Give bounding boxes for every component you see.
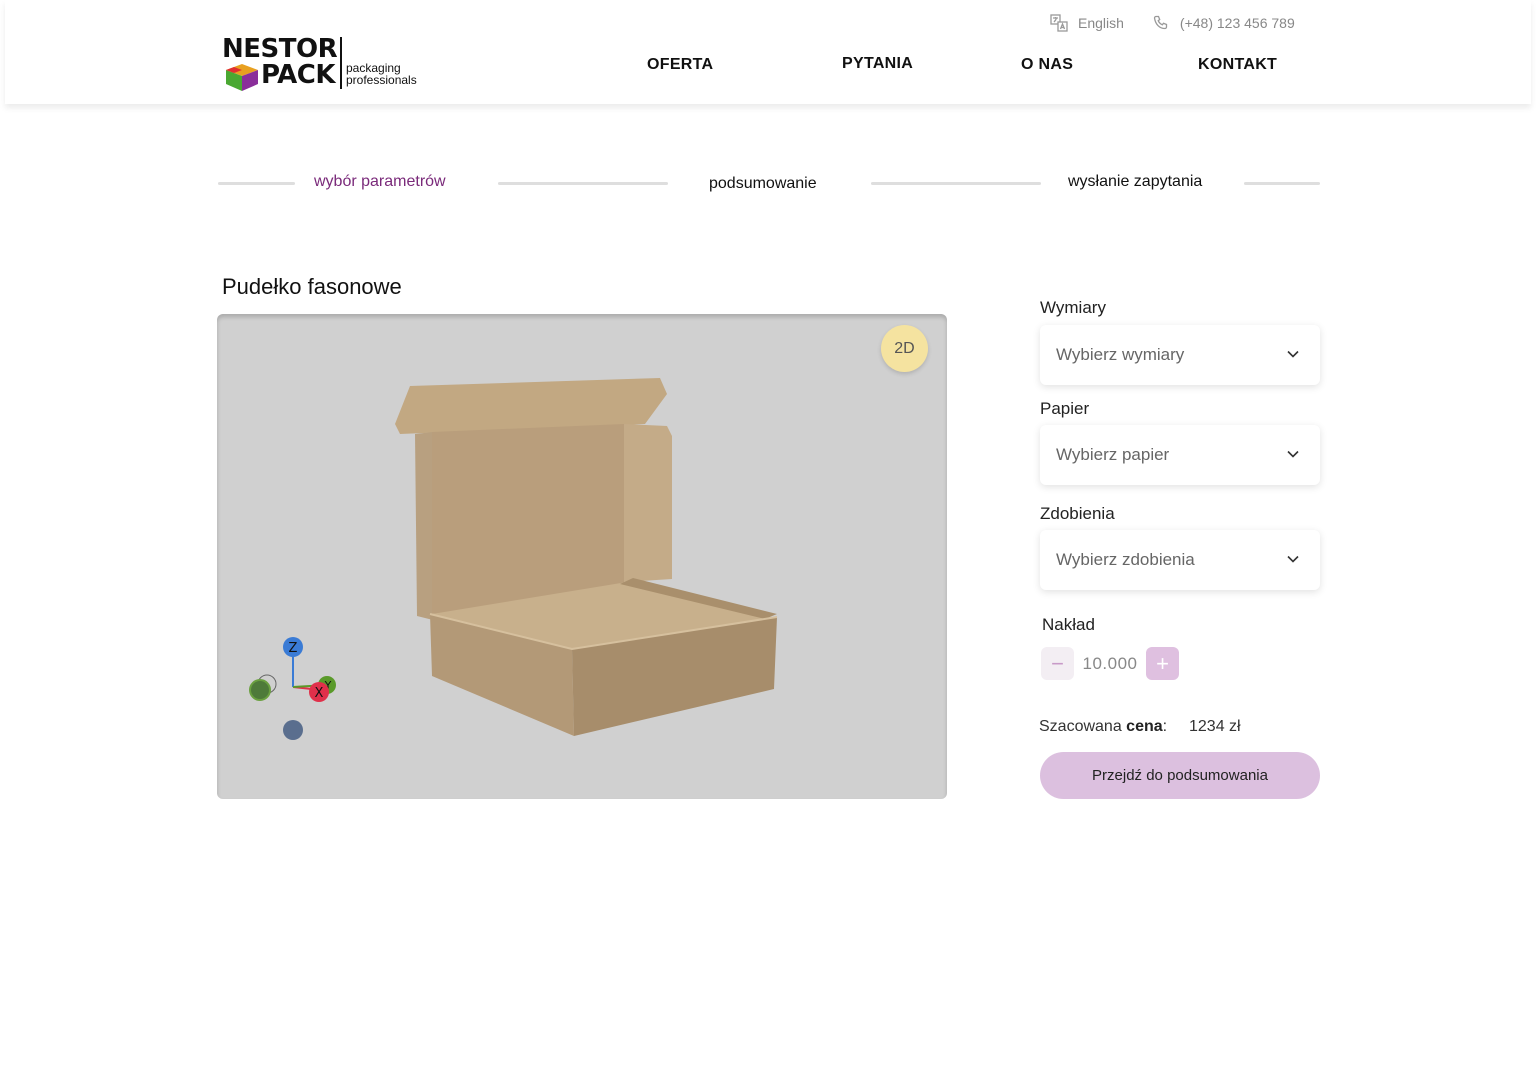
step-divider [498,182,668,185]
go-to-summary-button[interactable]: Przejdź do podsumowania [1040,752,1320,799]
axis-z-label: Z [289,641,298,656]
decoration-placeholder: Wybierz zdobienia [1056,550,1195,569]
decoration-label: Zdobienia [1040,504,1115,523]
nestor-pack-logo[interactable]: NESTOR PACK packaging professionals [222,34,427,94]
logo-tagline-2: professionals [346,73,417,87]
step-send-inquiry[interactable]: wysłanie zapytania [1068,173,1202,191]
phone-number[interactable]: (+48) 123 456 789 [1180,15,1295,31]
phone-icon [1152,14,1170,32]
product-title: Pudełko fasonowe [222,274,402,299]
dimensions-label: Wymiary [1040,298,1106,317]
quantity-label: Nakład [1042,615,1095,634]
box-right-flap [624,424,672,582]
step-parameters[interactable]: wybór parametrów [314,173,446,191]
translate-icon[interactable] [1050,14,1068,32]
chevron-down-icon [1287,555,1299,563]
logo-divider [340,37,342,89]
toggle-2d-button[interactable]: 2D [881,325,928,372]
decoration-select[interactable]: Wybierz zdobienia [1040,530,1320,590]
quantity-increase-button[interactable]: + [1146,647,1179,680]
estimated-price: Szacowana cena: 1234 zł [1039,718,1241,736]
box-back-wall [432,424,624,614]
step-divider [1244,182,1320,185]
nav-item-kontakt[interactable]: KONTAKT [1198,56,1277,74]
axis-x-label: X [315,686,324,701]
site-header: NESTOR PACK packaging professionals Engl… [5,0,1531,104]
top-utility-bar: English (+48) 123 456 789 [1050,12,1295,34]
paper-label: Papier [1040,399,1090,418]
price-value: 1234 zł [1189,718,1241,735]
logo-tagline: packaging professionals [346,62,417,86]
language-switch[interactable]: English [1078,15,1124,31]
nav-item-oferta[interactable]: OFERTA [647,56,713,74]
price-label-suffix: : [1162,718,1168,735]
nav-item-o-nas[interactable]: O NAS [1021,56,1073,74]
step-divider [871,182,1041,185]
dimensions-select[interactable]: Wybierz wymiary [1040,325,1320,385]
3d-viewer[interactable]: Z Y X 2D [217,314,947,799]
dimensions-placeholder: Wybierz wymiary [1056,345,1185,364]
quantity-decrease-button[interactable]: − [1041,647,1074,680]
progress-steps: wybór parametrów podsumowanie wysłanie z… [217,170,1320,200]
step-summary[interactable]: podsumowanie [709,175,817,193]
logo-word-pack: PACK [261,60,336,90]
paper-select[interactable]: Wybierz papier [1040,425,1320,485]
axis-gizmo[interactable]: Z Y X [247,632,347,742]
box-left-flap [415,432,433,620]
price-label-prefix: Szacowana [1039,718,1122,735]
price-label-bold: cena [1126,718,1163,735]
step-divider [218,182,295,185]
nav-item-pytania[interactable]: PYTANIA [842,55,913,73]
paper-placeholder: Wybierz papier [1056,445,1170,464]
cube-logo-icon [226,64,258,91]
chevron-down-icon [1287,450,1299,458]
quantity-stepper: − 10.000 + [1041,647,1179,680]
chevron-down-icon [1287,350,1299,358]
quantity-value[interactable]: 10.000 [1074,654,1146,674]
